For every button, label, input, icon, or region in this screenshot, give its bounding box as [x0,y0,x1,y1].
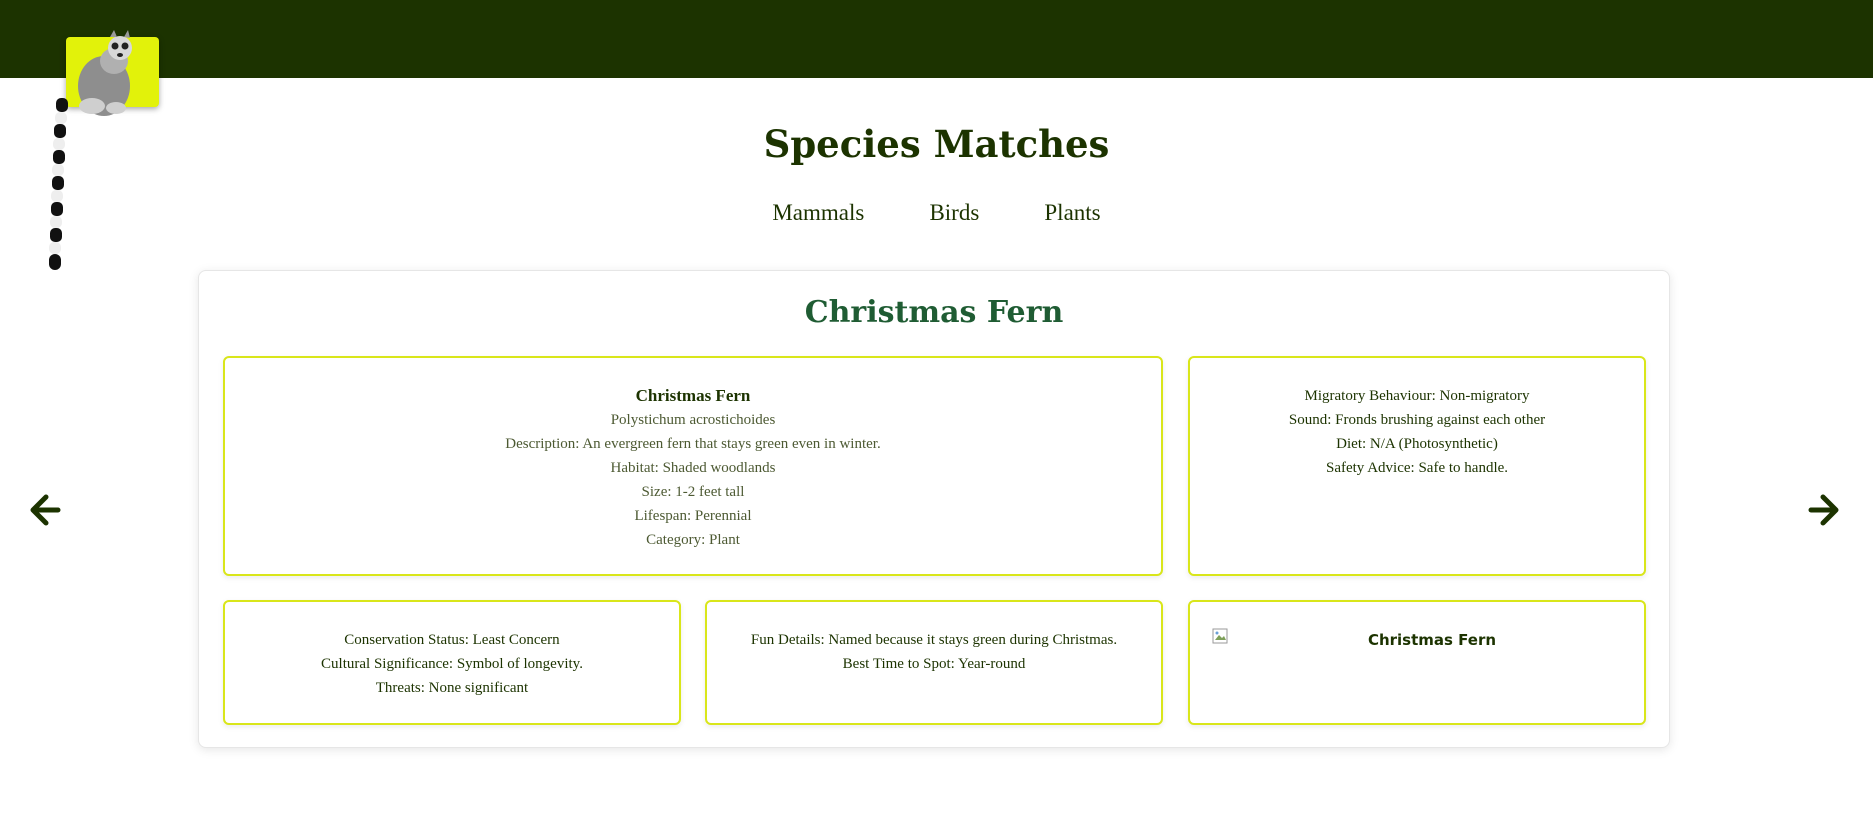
fun-details-box: Fun Details: Named because it stays gree… [705,600,1163,725]
species-lifespan: Lifespan: Perennial [634,508,752,524]
behaviour-box: Migratory Behaviour: Non-migratory Sound… [1188,356,1646,576]
nav-item-plants[interactable]: Plants [1044,200,1100,226]
species-overview-box: Christmas Fern Polystichum acrostichoide… [223,356,1163,576]
migratory-behaviour: Migratory Behaviour: Non-migratory [1304,388,1530,404]
threats: Threats: None significant [375,680,529,696]
broken-image-icon [1212,628,1228,644]
nav-item-mammals[interactable]: Mammals [772,200,864,226]
page-title: Species Matches [763,122,1110,166]
species-card: Christmas Fern Christmas Fern Polystichu… [198,270,1670,748]
conservation-box: Conservation Status: Least Concern Cultu… [223,600,681,725]
species-card-title: Christmas Fern [804,295,1064,330]
safety-advice: Safety Advice: Safe to handle. [1325,460,1509,476]
species-image-box: Christmas Fern [1188,600,1646,725]
species-image-alt: Christmas Fern [1367,631,1497,649]
species-diet: Diet: N/A (Photosynthetic) [1336,436,1498,452]
best-time-to-spot: Best Time to Spot: Year-round [842,656,1026,672]
fun-details: Fun Details: Named because it stays gree… [750,632,1118,648]
species-size: Size: 1-2 feet tall [641,484,745,500]
conservation-status: Conservation Status: Least Concern [344,632,560,648]
species-description: Description: An evergreen fern that stay… [505,436,881,452]
cultural-significance: Cultural Significance: Symbol of longevi… [321,656,583,672]
arrow-right-icon[interactable] [1805,490,1845,530]
species-category: Category: Plant [646,532,740,548]
category-nav: Mammals Birds Plants [0,200,1873,226]
top-header-bar [0,0,1873,78]
species-sound: Sound: Fronds brushing against each othe… [1288,412,1546,428]
species-name: Christmas Fern [635,386,751,405]
nav-item-birds[interactable]: Birds [929,200,979,226]
arrow-left-icon[interactable] [24,490,64,530]
species-habitat: Habitat: Shaded woodlands [610,460,776,476]
scientific-name: Polystichum acrostichoides [610,412,776,428]
